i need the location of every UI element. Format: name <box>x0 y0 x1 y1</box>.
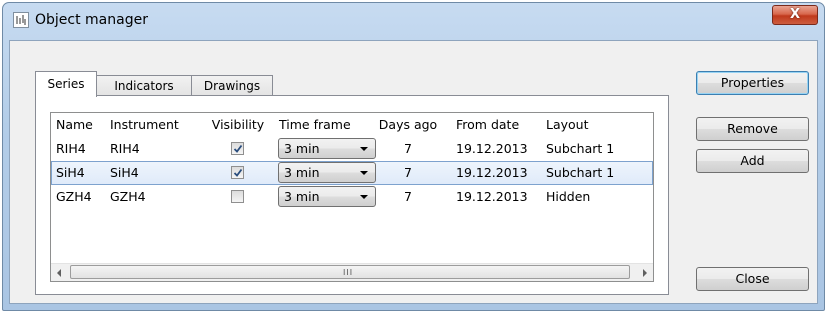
row-layout: Subchart 1 <box>546 141 615 156</box>
close-button[interactable]: Close <box>696 267 809 291</box>
table-row[interactable]: RIH4 RIH4 3 min 7 19.12.2013 Subchart 1 <box>51 137 653 161</box>
visibility-checkbox[interactable] <box>231 166 244 179</box>
row-days-ago: 7 <box>404 141 412 156</box>
column-header-visibility[interactable]: Visibility <box>207 113 269 137</box>
close-icon: X <box>789 7 801 22</box>
properties-button[interactable]: Properties <box>696 71 809 95</box>
row-name: GZH4 <box>56 189 92 204</box>
row-instrument: GZH4 <box>110 189 146 204</box>
checkmark-icon <box>233 168 243 177</box>
dropdown-arrow-icon <box>360 171 368 175</box>
scrollbar-thumb[interactable]: III <box>70 265 630 279</box>
row-name: RIH4 <box>56 141 86 156</box>
horizontal-scrollbar[interactable]: III <box>51 263 653 281</box>
tab-drawings[interactable]: Drawings <box>191 75 273 96</box>
scroll-left-button[interactable] <box>51 264 68 281</box>
scroll-right-button[interactable] <box>636 264 653 281</box>
window-close-button[interactable]: X <box>772 5 818 25</box>
time-frame-dropdown[interactable]: 3 min <box>278 186 376 207</box>
dialog-client-area: Series Indicators Drawings Name Instrume… <box>9 40 818 304</box>
title-bar[interactable]: Object manager X <box>3 3 824 39</box>
time-frame-value: 3 min <box>284 141 320 156</box>
row-layout: Hidden <box>546 189 591 204</box>
visibility-checkbox[interactable] <box>231 142 244 155</box>
row-instrument: SiH4 <box>110 165 139 180</box>
chart-icon <box>13 12 29 28</box>
object-manager-window: Object manager X Series Indicators Drawi… <box>2 2 825 311</box>
add-button[interactable]: Add <box>696 149 809 173</box>
time-frame-dropdown[interactable]: 3 min <box>278 138 376 159</box>
grip-icon: III <box>343 268 354 277</box>
time-frame-value: 3 min <box>284 189 320 204</box>
visibility-checkbox[interactable] <box>231 190 244 203</box>
column-header-days-ago[interactable]: Days ago <box>378 113 438 137</box>
row-days-ago: 7 <box>404 165 412 180</box>
row-from-date: 19.12.2013 <box>456 189 528 204</box>
row-instrument: RIH4 <box>110 141 140 156</box>
row-name: SiH4 <box>56 165 85 180</box>
dropdown-arrow-icon <box>360 147 368 151</box>
time-frame-value: 3 min <box>284 165 320 180</box>
table-row[interactable]: GZH4 GZH4 3 min 7 19.12.2013 Hidden <box>51 185 653 209</box>
arrow-right-icon <box>643 269 647 277</box>
row-days-ago: 7 <box>404 189 412 204</box>
series-tab-panel: Name Instrument Visibility Time frame Da… <box>35 95 669 295</box>
row-from-date: 19.12.2013 <box>456 165 528 180</box>
row-from-date: 19.12.2013 <box>456 141 528 156</box>
column-header-name[interactable]: Name <box>56 113 93 137</box>
time-frame-dropdown[interactable]: 3 min <box>278 162 376 183</box>
tab-series[interactable]: Series <box>35 71 97 97</box>
table-row-selected[interactable]: SiH4 SiH4 3 min 7 19.12.2013 Subchart 1 <box>51 161 653 185</box>
dropdown-arrow-icon <box>360 195 368 199</box>
column-header-instrument[interactable]: Instrument <box>110 113 179 137</box>
row-layout: Subchart 1 <box>546 165 615 180</box>
window-title: Object manager <box>35 12 148 28</box>
tab-indicators[interactable]: Indicators <box>96 75 192 96</box>
column-header-time-frame[interactable]: Time frame <box>279 113 351 137</box>
arrow-left-icon <box>57 269 61 277</box>
series-table: Name Instrument Visibility Time frame Da… <box>50 112 654 282</box>
table-header: Name Instrument Visibility Time frame Da… <box>51 113 653 137</box>
column-header-layout[interactable]: Layout <box>546 113 589 137</box>
column-header-from-date[interactable]: From date <box>456 113 519 137</box>
remove-button[interactable]: Remove <box>696 117 809 141</box>
checkmark-icon <box>233 144 243 153</box>
